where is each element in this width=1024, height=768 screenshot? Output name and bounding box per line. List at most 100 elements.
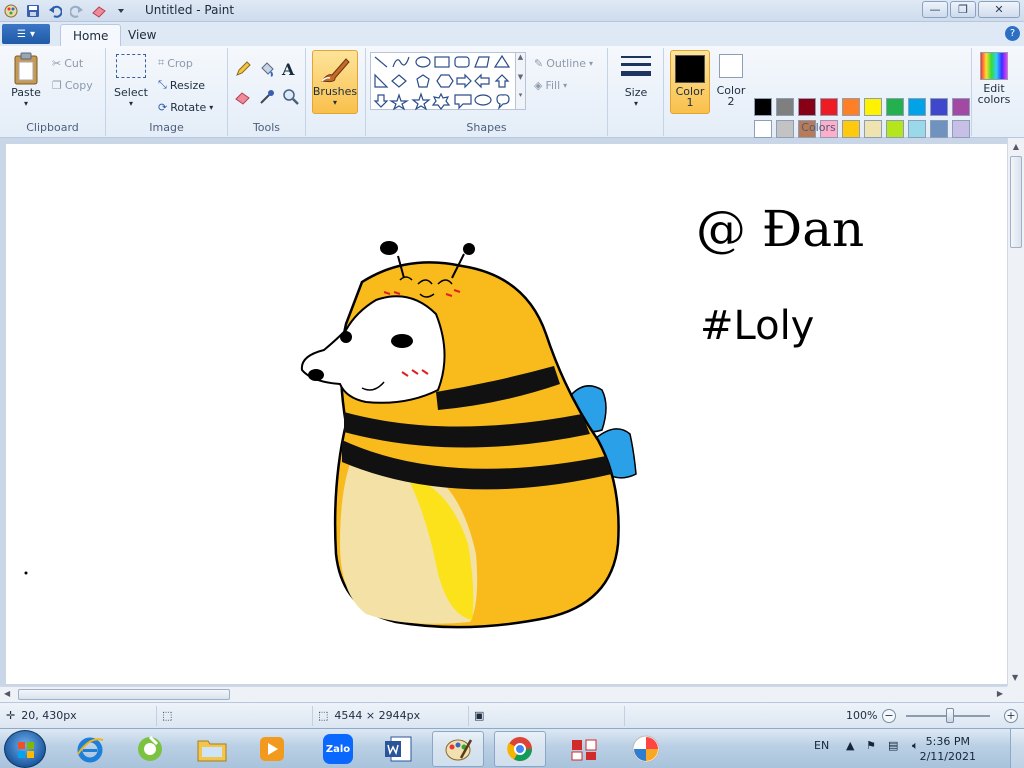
vertical-scroll-thumb[interactable] [1010, 156, 1022, 248]
clock-date: 2/11/2021 [919, 750, 976, 763]
word-icon [385, 736, 412, 762]
size-button[interactable]: Size ▾ [616, 54, 656, 108]
scroll-left-icon[interactable]: ◀ [4, 689, 10, 698]
copy-icon: ❐ [52, 78, 62, 92]
size-label: Size [624, 86, 648, 99]
paint-menu-button[interactable]: ☰ ▾ [2, 24, 50, 44]
ribbon: Paste ▾ ✂ Cut ❐ Copy Clipboard Select ▾ … [0, 46, 1024, 160]
chevron-down-icon: ▾ [23, 99, 28, 108]
scroll-corner [1007, 686, 1024, 702]
brush-icon [321, 58, 350, 83]
rotate-button[interactable]: ⟳ Rotate ▾ [158, 98, 213, 116]
select-button[interactable]: Select ▾ [114, 54, 148, 108]
expand-icon[interactable]: ▾ [516, 91, 525, 99]
quick-access-toolbar [2, 2, 130, 19]
four-point-star-shape-icon [388, 93, 410, 111]
text-button[interactable]: A [282, 60, 302, 79]
chevron-down-icon[interactable]: ▼ [516, 73, 525, 81]
volume-icon[interactable]: 🔈︎ [912, 739, 919, 753]
crop-button[interactable]: ⌗ Crop [158, 54, 193, 72]
brushes-button[interactable]: Brushes ▾ [312, 50, 358, 114]
cut-button[interactable]: ✂ Cut [52, 54, 83, 72]
show-desktop-button[interactable] [1010, 729, 1024, 768]
outline-label: Outline [546, 56, 587, 70]
taskbar-photos[interactable] [620, 731, 672, 767]
zoom-slider-thumb[interactable] [946, 708, 954, 723]
chevron-up-icon[interactable]: ▲ [516, 53, 525, 61]
hexagon-shape-icon [436, 74, 454, 88]
horizontal-scroll-thumb[interactable] [18, 689, 230, 700]
triangle-shape-icon [493, 54, 511, 68]
paint-app-icon[interactable] [2, 2, 20, 19]
size-group: Size ▾ [608, 48, 664, 136]
taskbar-paint[interactable] [432, 731, 484, 767]
horizontal-scrollbar[interactable]: ◀ ▶ [0, 686, 1007, 702]
magnifier-button[interactable] [282, 88, 302, 106]
vertical-scrollbar[interactable]: ▲ ▼ [1007, 138, 1024, 686]
system-clock[interactable]: 5:36 PM 2/11/2021 [920, 734, 976, 764]
image-group: Select ▾ ⌗ Crop ⤡ Resize ⟳ Rotate ▾ Imag… [106, 48, 228, 136]
bee-nose [308, 369, 324, 381]
shapes-scrollbar[interactable]: ▲ ▼ ▾ [516, 52, 526, 110]
taskbar-word[interactable] [372, 731, 424, 767]
taskbar-unikey[interactable] [558, 731, 610, 767]
status-separator [624, 706, 625, 726]
taskbar-coccoc[interactable] [124, 731, 176, 767]
eraser-button[interactable] [234, 88, 254, 106]
scroll-right-icon[interactable]: ▶ [997, 689, 1003, 698]
maximize-button[interactable]: ❐ [950, 1, 976, 18]
oval-shape-icon [415, 56, 431, 68]
image-size: ⬚ 4544 × 2944px [318, 709, 420, 722]
status-separator [468, 706, 469, 726]
scroll-down-icon[interactable]: ▼ [1012, 673, 1018, 682]
cursor-position: ✛ 20, 430px [6, 709, 77, 722]
image-size-text: 4544 × 2944px [334, 709, 421, 722]
tab-view[interactable]: View [116, 24, 168, 46]
taskbar-chrome[interactable] [494, 731, 546, 767]
edit-colors-button[interactable]: Edit colors [976, 52, 1012, 105]
resize-button[interactable]: ⤡ Resize [158, 76, 205, 94]
pencil-button[interactable] [234, 60, 254, 78]
minimize-button[interactable]: — [922, 1, 948, 18]
title-bar: Untitled - Paint — ❐ ✕ [0, 0, 1024, 22]
unikey-icon [571, 739, 597, 761]
fill-button[interactable] [258, 60, 278, 78]
color-picker-button[interactable] [258, 88, 278, 106]
ribbon-tabs: ☰ ▾ Home View ? [0, 22, 1024, 46]
outline-button[interactable]: ✎ Outline ▾ [534, 54, 593, 72]
drawing-canvas[interactable]: @ Đan #Loly [6, 144, 1007, 684]
paste-button[interactable]: Paste ▾ [8, 52, 44, 108]
customize-qat-icon[interactable] [112, 2, 130, 19]
paste-icon [14, 52, 38, 85]
start-button[interactable] [4, 730, 46, 768]
taskbar-zalo[interactable]: Zalo [312, 731, 364, 767]
copy-button[interactable]: ❐ Copy [52, 76, 93, 94]
cursor-position-text: 20, 430px [21, 709, 77, 722]
callout-rect-shape-icon [454, 94, 472, 110]
flag-icon[interactable]: ⚑ [866, 739, 876, 752]
crosshair-icon: ✛ [6, 709, 16, 722]
zoom-in-button[interactable]: + [1004, 709, 1018, 723]
eraser-qat-icon[interactable] [90, 2, 108, 19]
tray-expand-icon[interactable]: ▲ [846, 739, 854, 752]
help-icon[interactable]: ? [1005, 26, 1020, 41]
language-indicator[interactable]: EN [814, 739, 829, 752]
close-button[interactable]: ✕ [978, 1, 1020, 18]
taskbar-explorer[interactable] [186, 731, 238, 767]
taskbar-ie[interactable] [64, 731, 116, 767]
tab-home[interactable]: Home [60, 24, 122, 46]
size-lines-icon [621, 56, 651, 76]
status-bar: ✛ 20, 430px ⬚ ⬚ 4544 × 2944px ▣ 100% − + [0, 702, 1024, 728]
callout-cloud-shape-icon [496, 94, 510, 110]
save-icon[interactable] [24, 2, 42, 19]
redo-icon[interactable] [68, 2, 86, 19]
fill-shape-button[interactable]: ◈ Fill ▾ [534, 76, 567, 94]
zoom-out-button[interactable]: − [882, 709, 896, 723]
color-picker-icon [260, 90, 274, 104]
menu-icon: ☰ [17, 28, 26, 40]
taskbar-media-player[interactable] [246, 731, 298, 767]
scroll-up-icon[interactable]: ▲ [1008, 142, 1024, 151]
scissors-icon: ✂ [52, 56, 62, 70]
undo-icon[interactable] [46, 2, 64, 19]
network-icon[interactable]: ▤ [888, 739, 898, 752]
